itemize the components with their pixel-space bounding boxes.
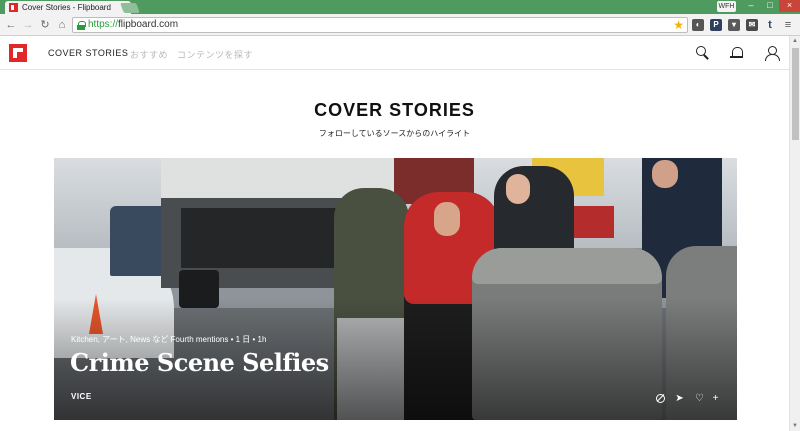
star-icon[interactable]: ★ [673,18,684,32]
hero-story-card[interactable]: Kitchen, アート, News など Fourth mentions • … [54,158,737,420]
pocket-extension-icon[interactable]: P [710,19,722,31]
browser-tab[interactable]: Cover Stories - Flipboard × [5,1,131,14]
new-tab-button[interactable] [120,3,140,13]
browser-tab-strip: Cover Stories - Flipboard × WFH – □ × [0,0,800,14]
page-title: COVER STORIES [314,100,475,120]
hero-title[interactable]: Crime Scene Selfies [70,348,329,377]
tumblr-extension-icon[interactable]: t [764,19,776,31]
hero-image-face [506,174,530,204]
user-profile-icon[interactable] [765,46,780,61]
hero-image-face [434,202,460,236]
back-arrow-icon[interactable]: ← [4,18,18,32]
nav-cover-stories[interactable]: COVER STORIES [48,48,128,58]
page-subtitle: フォローしているソースからのハイライト [318,129,471,138]
scroll-up-icon[interactable]: ▲ [792,38,798,44]
hero-source[interactable]: VICE [71,392,92,401]
lock-icon [77,21,86,30]
show-less-icon[interactable] [655,393,666,404]
extension-icon[interactable]: ◐ [692,19,704,31]
home-icon[interactable]: ⌂ [55,18,69,32]
hero-meta: Kitchen, アート, News など Fourth mentions • … [71,335,267,344]
url-host: flipboard.com [118,19,179,30]
menu-icon[interactable]: ≡ [782,19,794,31]
shield-extension-icon[interactable]: ▾ [728,19,740,31]
mail-extension-icon[interactable]: ✉ [746,19,758,31]
hero-image-police-face [652,160,678,188]
minimize-window-icon[interactable]: – [741,0,761,12]
flipboard-favicon-icon [9,3,18,12]
heart-icon[interactable]: ♡ [694,393,705,404]
add-icon[interactable]: + [710,393,721,404]
url-scheme: https:// [88,19,119,30]
site-header: COVER STORIES おすすめ コンテンツを探す [0,37,789,70]
profile-button[interactable]: WFH [717,1,736,12]
share-icon[interactable]: ➤ [674,393,685,404]
scroll-down-icon[interactable]: ▼ [792,423,798,429]
close-window-icon[interactable]: × [779,0,800,12]
reload-icon[interactable]: ↻ [38,18,52,32]
forward-arrow-icon[interactable]: → [21,18,35,32]
address-bar[interactable]: https://flipboard.com ★ [72,17,688,33]
hero-image-dumpster-rim [472,248,662,284]
url-text[interactable]: https://flipboard.com [88,19,178,30]
search-icon[interactable] [696,46,710,60]
tab-title: Cover Stories - Flipboard [22,3,111,12]
nav-explore-content[interactable]: コンテンツを探す [177,48,253,61]
flipboard-logo-icon[interactable] [9,44,27,62]
maximize-window-icon[interactable]: □ [760,0,780,12]
notifications-bell-icon[interactable] [730,46,744,60]
browser-toolbar: ← → ↻ ⌂ https://flipboard.com ★ ◐ P ▾ ✉ … [0,14,800,36]
page-scrollbar[interactable]: ▲ ▼ [789,36,800,431]
nav-for-you[interactable]: おすすめ [130,48,168,61]
scrollbar-thumb[interactable] [792,48,799,140]
